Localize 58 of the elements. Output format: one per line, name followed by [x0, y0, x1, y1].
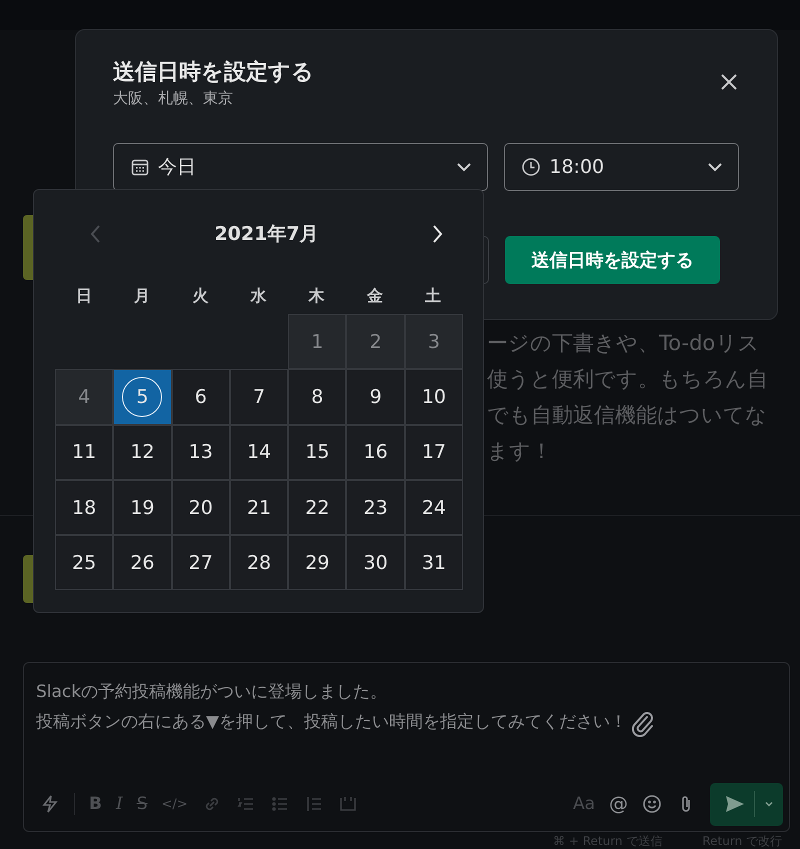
calendar-day[interactable]: 31: [404, 535, 464, 590]
mention-button[interactable]: @: [609, 793, 628, 815]
calendar-day[interactable]: 22: [288, 480, 346, 536]
calendar-day[interactable]: 25: [55, 535, 114, 590]
close-icon[interactable]: [719, 72, 739, 92]
lightning-icon[interactable]: [40, 794, 60, 814]
weekday-label: 水: [249, 286, 268, 306]
weekday-label: 木: [307, 286, 326, 306]
send-icon: [724, 794, 746, 814]
calendar-day[interactable]: 13: [172, 424, 230, 480]
calendar-day[interactable]: 9: [346, 369, 405, 425]
calendar-day[interactable]: 7: [230, 369, 288, 425]
month-title: 2021年7月: [214, 222, 319, 247]
calendar-day[interactable]: 27: [172, 535, 230, 590]
dialog-title: 送信日時を設定する: [113, 58, 314, 87]
calendar-day[interactable]: 20: [172, 480, 230, 536]
clock-icon: [521, 157, 542, 177]
calendar-day[interactable]: 11: [55, 424, 114, 480]
message-text: Slackの予約投稿機能がついに登場しました。: [36, 681, 388, 704]
calendar-icon: [130, 157, 150, 177]
calendar-day[interactable]: 30: [346, 535, 405, 590]
calendar-day: 3: [404, 314, 464, 370]
calendar-day[interactable]: 5: [113, 369, 172, 425]
calendar-day: 2: [346, 314, 405, 370]
calendar-day[interactable]: 21: [230, 480, 288, 536]
calendar-day[interactable]: 17: [404, 424, 464, 480]
message-text: ージの下書きや、To-doリス: [487, 330, 760, 357]
calendar-day: 4: [55, 369, 114, 425]
message-text: でも自動返信機能はついてな: [487, 402, 768, 429]
message-text: 使うと便利です。もちろん自: [487, 366, 768, 393]
calendar-day[interactable]: 10: [404, 369, 464, 425]
submit-button[interactable]: 送信日時を設定する: [505, 236, 720, 284]
time-select[interactable]: 18:00: [504, 143, 739, 191]
calendar-day[interactable]: 18: [55, 480, 114, 536]
weekday-label: 土: [424, 286, 442, 306]
calendar-day[interactable]: 26: [113, 535, 172, 590]
calendar-day[interactable]: 8: [288, 369, 346, 425]
calendar-day[interactable]: 15: [288, 424, 346, 480]
calendar-day[interactable]: 24: [404, 480, 464, 536]
calendar-day[interactable]: 6: [172, 369, 230, 425]
calendar-day[interactable]: 14: [230, 424, 288, 480]
calendar-day[interactable]: 23: [346, 480, 405, 536]
calendar-day: 1: [288, 314, 346, 370]
calendar-day[interactable]: 16: [346, 424, 405, 480]
weekday-label: 金: [366, 286, 384, 306]
dialog-subtitle: 大阪、札幌、東京: [113, 88, 234, 108]
calendar-day[interactable]: 19: [113, 480, 172, 536]
weekday-label: 月: [133, 286, 152, 306]
message-text: 投稿ボタンの右にある▼を押して、投稿したい時間を指定してみてください！: [36, 711, 628, 734]
message-composer[interactable]: Slackの予約投稿機能がついに登場しました。 投稿ボタンの右にある▼を押して、投稿したい時間を指定してみてください！ B I S </> Aa @: [23, 662, 790, 832]
weekday-label: 火: [191, 286, 210, 306]
calendar-day[interactable]: 12: [113, 424, 172, 480]
emoji-icon[interactable]: [642, 794, 662, 814]
message-text: ます！: [487, 438, 553, 465]
weekday-label: 日: [75, 286, 94, 306]
calendar-day[interactable]: 28: [230, 535, 288, 590]
calendar-day[interactable]: 29: [288, 535, 346, 590]
send-button[interactable]: [710, 782, 783, 826]
